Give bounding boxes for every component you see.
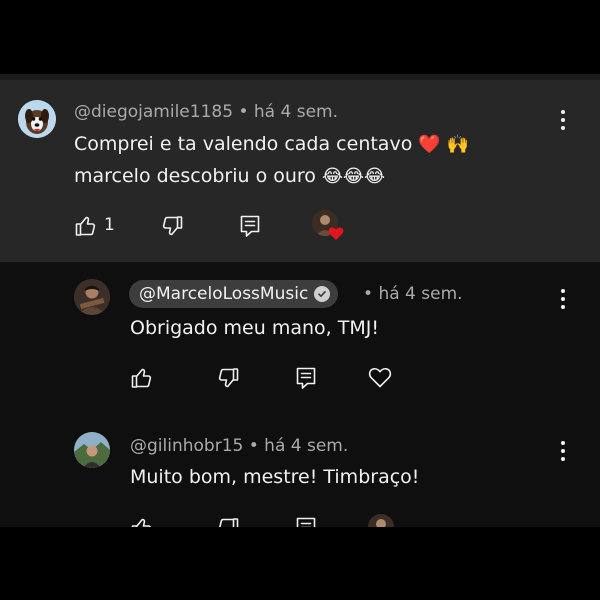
meta-separator: • — [248, 436, 259, 456]
creator-avatar — [368, 514, 394, 527]
top-letterbox — [0, 0, 600, 74]
comment-meta: @diegojamile1185 • há 4 sem. — [74, 102, 338, 122]
reply-like-button[interactable] — [130, 366, 154, 390]
replies-section: @MarceloLossMusic • há 4 sem. Obrigado m… — [0, 262, 600, 527]
reply-text: Muito bom, mestre! Timbraço! — [130, 466, 420, 488]
thumbs-up-icon — [131, 518, 152, 527]
comment-text-line1: Comprei e ta valendo cada centavo ❤️ 🙌 — [74, 128, 469, 161]
reply-reply-button[interactable] — [294, 365, 318, 391]
thumbs-up-icon — [131, 368, 152, 388]
more-icon-dot — [561, 118, 565, 122]
creator-heart-icon — [328, 227, 344, 240]
more-icon-dot — [561, 126, 565, 130]
reply-time: há 4 sem. — [378, 284, 463, 304]
more-icon-dot — [561, 305, 565, 309]
reply-reply-button[interactable] — [294, 515, 318, 527]
thumbs-down-icon — [219, 518, 239, 527]
commenter-avatar[interactable] — [18, 100, 56, 138]
meta-separator: • — [238, 102, 249, 122]
reply-author: @MarceloLossMusic — [139, 284, 309, 304]
heart-button[interactable] — [368, 366, 392, 388]
reply-text: Obrigado meu mano, TMJ! — [130, 317, 379, 339]
screenshot-frame: @diegojamile1185 • há 4 sem. Comprei e t… — [0, 0, 600, 600]
comment-text: Comprei e ta valendo cada centavo — [74, 133, 413, 155]
reply-dislike-button[interactable] — [216, 516, 240, 527]
reply-author-avatar[interactable] — [74, 279, 110, 315]
emoji-laughing: 😂😂😂 — [321, 166, 386, 187]
verified-check-icon — [314, 286, 331, 302]
thumbs-down-icon — [218, 368, 239, 388]
thumbs-down-icon — [162, 216, 183, 236]
reply-icon — [296, 367, 316, 389]
like-count: 1 — [104, 215, 115, 235]
dislike-button[interactable] — [160, 214, 184, 238]
reply-like-button[interactable] — [130, 516, 154, 527]
reply-meta: • há 4 sem. — [363, 284, 463, 304]
creator-heart-badge — [312, 210, 346, 244]
reply-author[interactable]: @gilinhobr15 — [130, 436, 243, 456]
reply-time: há 4 sem. — [264, 436, 349, 456]
reply-button[interactable] — [238, 213, 262, 239]
emoji-heart-raised-hands: ❤️ 🙌 — [418, 134, 469, 155]
reply-author-avatar[interactable] — [74, 432, 110, 468]
comment-more-button[interactable] — [553, 107, 573, 133]
more-icon-dot — [561, 449, 565, 453]
comment-thread-main: @diegojamile1185 • há 4 sem. Comprei e t… — [0, 80, 600, 262]
thumbs-up-icon — [75, 216, 96, 236]
reply-meta: @gilinhobr15 • há 4 sem. — [130, 436, 348, 456]
reply-more-button[interactable] — [553, 438, 573, 464]
reply-more-button[interactable] — [553, 286, 573, 312]
channel-owner-chip[interactable]: @MarceloLossMusic — [129, 280, 339, 308]
reply-icon — [240, 215, 260, 237]
comment-text-line2: marcelo descobriu o ouro 😂😂😂 — [74, 160, 385, 193]
meta-separator: • — [363, 284, 374, 304]
more-icon-dot — [561, 441, 565, 445]
more-icon-dot — [561, 457, 565, 461]
comment-time: há 4 sem. — [253, 102, 338, 122]
more-icon-dot — [561, 110, 565, 114]
bottom-letterbox — [0, 527, 600, 600]
comment-author[interactable]: @diegojamile1185 — [74, 102, 233, 122]
reply-dislike-button[interactable] — [216, 366, 240, 390]
reply-icon — [296, 517, 316, 527]
like-button[interactable] — [74, 214, 98, 238]
heart-icon — [368, 368, 392, 388]
more-icon-dot — [561, 297, 565, 301]
more-icon-dot — [561, 289, 565, 293]
comment-text: marcelo descobriu o ouro — [74, 165, 316, 187]
